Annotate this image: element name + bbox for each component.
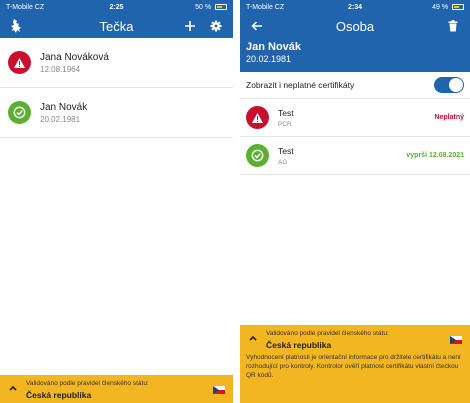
validation-banner[interactable]: Validováno podle pravidel členského stát… xyxy=(0,375,233,403)
battery-percent: 49 % xyxy=(432,3,449,11)
screen-title: Osoba xyxy=(335,18,375,34)
certificate-status: vyprší 12.08.2021 xyxy=(406,152,464,159)
person-detail-screen: T-Mobile CZ 2:34 49 % Osoba Jan Novák 20… xyxy=(240,0,470,403)
check-icon xyxy=(246,144,269,167)
carrier-label: T-Mobile CZ xyxy=(246,3,285,11)
person-name: Jana Nováková xyxy=(40,51,109,63)
czech-flag-icon xyxy=(213,386,225,394)
certificate-status: Neplatný xyxy=(434,114,464,121)
warning-icon xyxy=(246,106,269,129)
person-birthdate: 12.08.1964 xyxy=(40,64,81,74)
battery-icon xyxy=(215,3,228,10)
certificate-name: Test xyxy=(278,107,294,118)
app-bar: Tečka xyxy=(0,14,233,38)
certificate-name: Test xyxy=(278,145,294,156)
warning-icon xyxy=(8,51,31,74)
person-name: Jan Novák xyxy=(40,101,88,113)
check-icon xyxy=(8,101,31,124)
add-icon[interactable] xyxy=(181,17,199,35)
show-invalid-row: Zobrazit i neplatné certifikáty xyxy=(240,72,470,99)
country-name: Česká republika xyxy=(266,340,332,350)
back-arrow-icon[interactable] xyxy=(248,17,266,35)
app-bar: Osoba xyxy=(240,14,470,38)
certificate-item[interactable]: Test PCR Neplatný xyxy=(240,99,470,137)
clock: 2:25 xyxy=(109,3,124,11)
person-name: Jan Novák xyxy=(246,41,302,53)
list-screen: T-Mobile CZ 2:25 50 % Tečka Jana Novákov… xyxy=(0,0,233,403)
show-invalid-toggle[interactable] xyxy=(434,77,464,93)
certificate-type: PCR xyxy=(278,120,292,128)
battery-percent: 50 % xyxy=(195,3,212,11)
status-bar: T-Mobile CZ 2:25 50 % xyxy=(0,0,233,14)
lion-logo-icon xyxy=(8,17,26,35)
validation-label: Validováno podle pravidel členského stát… xyxy=(26,380,149,387)
battery-indicator: 49 % xyxy=(391,3,465,11)
carrier-label: T-Mobile CZ xyxy=(6,3,45,11)
clock: 2:34 xyxy=(348,3,363,11)
czech-flag-icon xyxy=(450,336,462,344)
battery-indicator: 50 % xyxy=(153,3,228,11)
person-birthdate: 20.02.1981 xyxy=(246,54,292,64)
validation-label: Validováno podle pravidel členského stát… xyxy=(266,330,389,337)
certificate-item[interactable]: Test AG vyprší 12.08.2021 xyxy=(240,137,470,175)
chevron-up-icon[interactable] xyxy=(6,380,20,391)
person-list-item[interactable]: Jan Novák 20.02.1981 xyxy=(0,88,233,138)
settings-icon[interactable] xyxy=(207,17,225,35)
toggle-label: Zobrazit i neplatné certifikáty xyxy=(246,80,355,90)
validation-info-text: Vyhodnocení platnosti je orientační info… xyxy=(246,354,461,379)
person-birthdate: 20.02.1981 xyxy=(40,114,81,124)
battery-icon xyxy=(452,3,465,10)
validation-banner[interactable]: Validováno podle pravidel členského stát… xyxy=(240,325,470,403)
chevron-up-icon[interactable] xyxy=(246,330,260,341)
trash-icon[interactable] xyxy=(444,17,462,35)
person-header: Jan Novák 20.02.1981 xyxy=(240,38,470,72)
certificate-type: AG xyxy=(278,158,288,166)
country-name: Česká republika xyxy=(26,390,92,400)
status-bar: T-Mobile CZ 2:34 49 % xyxy=(240,0,470,14)
person-list-item[interactable]: Jana Nováková 12.08.1964 xyxy=(0,38,233,88)
